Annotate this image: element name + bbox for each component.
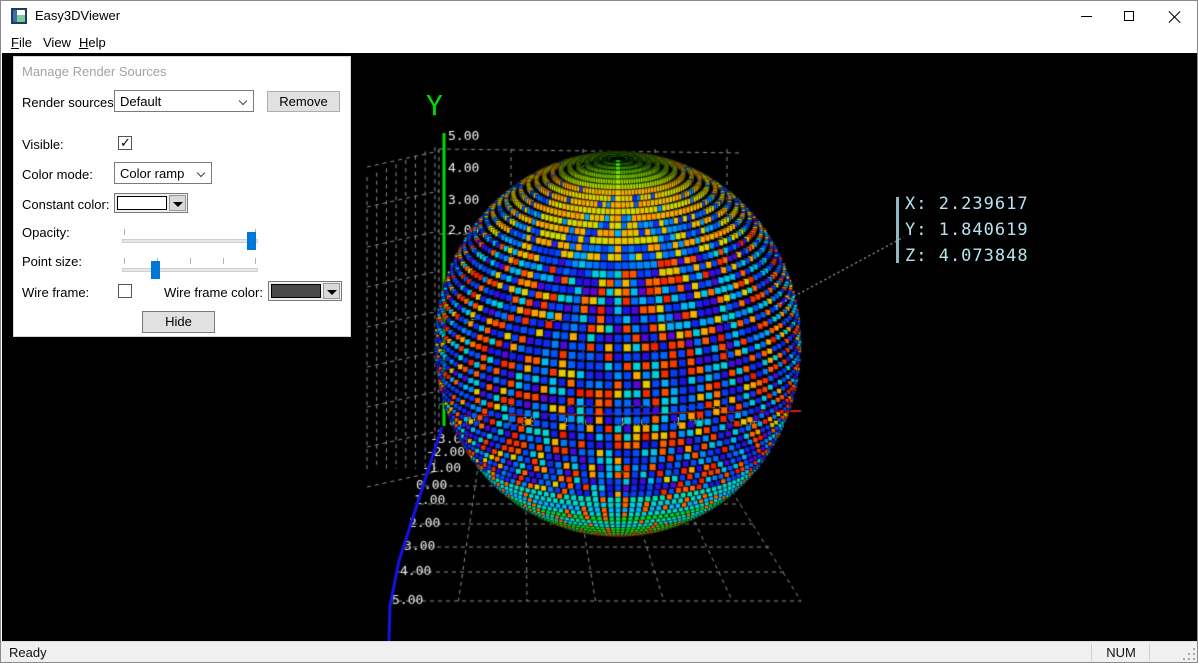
hide-button[interactable]: Hide [142, 311, 215, 333]
render-sources-select[interactable]: Default [114, 90, 254, 112]
point-size-slider-track[interactable] [122, 268, 258, 272]
status-separator [1149, 644, 1150, 661]
maximize-button[interactable] [1107, 1, 1152, 31]
manage-render-sources-panel: Manage Render Sources Render sources: De… [13, 56, 351, 337]
status-separator [1091, 644, 1092, 661]
point-size-label: Point size: [22, 254, 82, 269]
close-icon [1168, 10, 1180, 22]
remove-button[interactable]: Remove [267, 91, 340, 112]
wire-frame-label: Wire frame: [22, 285, 89, 300]
status-text: Ready [9, 645, 47, 660]
opacity-slider-thumb[interactable] [247, 232, 256, 250]
constant-color-picker[interactable] [114, 193, 188, 213]
minimize-icon [1081, 16, 1092, 17]
wire-frame-color-label: Wire frame color: [164, 285, 263, 300]
point-size-slider-thumb[interactable] [151, 261, 160, 279]
maximize-icon [1124, 11, 1134, 21]
color-mode-select[interactable]: Color ramp [114, 162, 212, 184]
color-swatch [117, 196, 167, 210]
chevron-down-icon [239, 97, 247, 105]
visible-checkbox[interactable] [118, 136, 132, 150]
app-window: Easy3DViewer File View Help Y X: 2.23961… [0, 0, 1198, 663]
y-axis-label: Y [426, 89, 443, 122]
menu-view[interactable]: View [37, 33, 77, 52]
opacity-slider-track[interactable] [122, 239, 258, 243]
app-icon [11, 8, 27, 24]
panel-title: Manage Render Sources [22, 64, 167, 79]
label-bar [896, 197, 899, 263]
minimize-button[interactable] [1064, 1, 1109, 31]
constant-color-label: Constant color: [22, 197, 109, 212]
opacity-label: Opacity: [22, 225, 70, 240]
wire-frame-color-picker[interactable] [268, 281, 342, 301]
dropdown-arrow-icon[interactable] [169, 195, 186, 211]
label-z-value: Z: 4.073848 [905, 246, 1029, 266]
color-swatch [271, 284, 321, 298]
label-y-value: Y: 1.840619 [905, 220, 1029, 240]
dropdown-arrow-icon[interactable] [323, 283, 340, 299]
wire-frame-checkbox[interactable] [118, 284, 132, 298]
resize-grip-icon[interactable] [1182, 647, 1195, 660]
visible-label: Visible: [22, 137, 64, 152]
close-button[interactable] [1151, 1, 1196, 31]
menu-help[interactable]: Help [73, 33, 112, 52]
label-x-value: X: 2.239617 [905, 194, 1029, 214]
render-sources-label: Render sources: [22, 95, 117, 110]
num-lock-indicator: NUM [1094, 645, 1148, 660]
window-title: Easy3DViewer [35, 8, 120, 23]
menu-bar: File View Help [1, 31, 1197, 53]
status-bar: Ready NUM [1, 641, 1197, 662]
color-mode-label: Color mode: [22, 167, 93, 182]
title-bar: Easy3DViewer [1, 1, 1197, 31]
menu-file[interactable]: File [5, 33, 38, 52]
chevron-down-icon [197, 169, 205, 177]
